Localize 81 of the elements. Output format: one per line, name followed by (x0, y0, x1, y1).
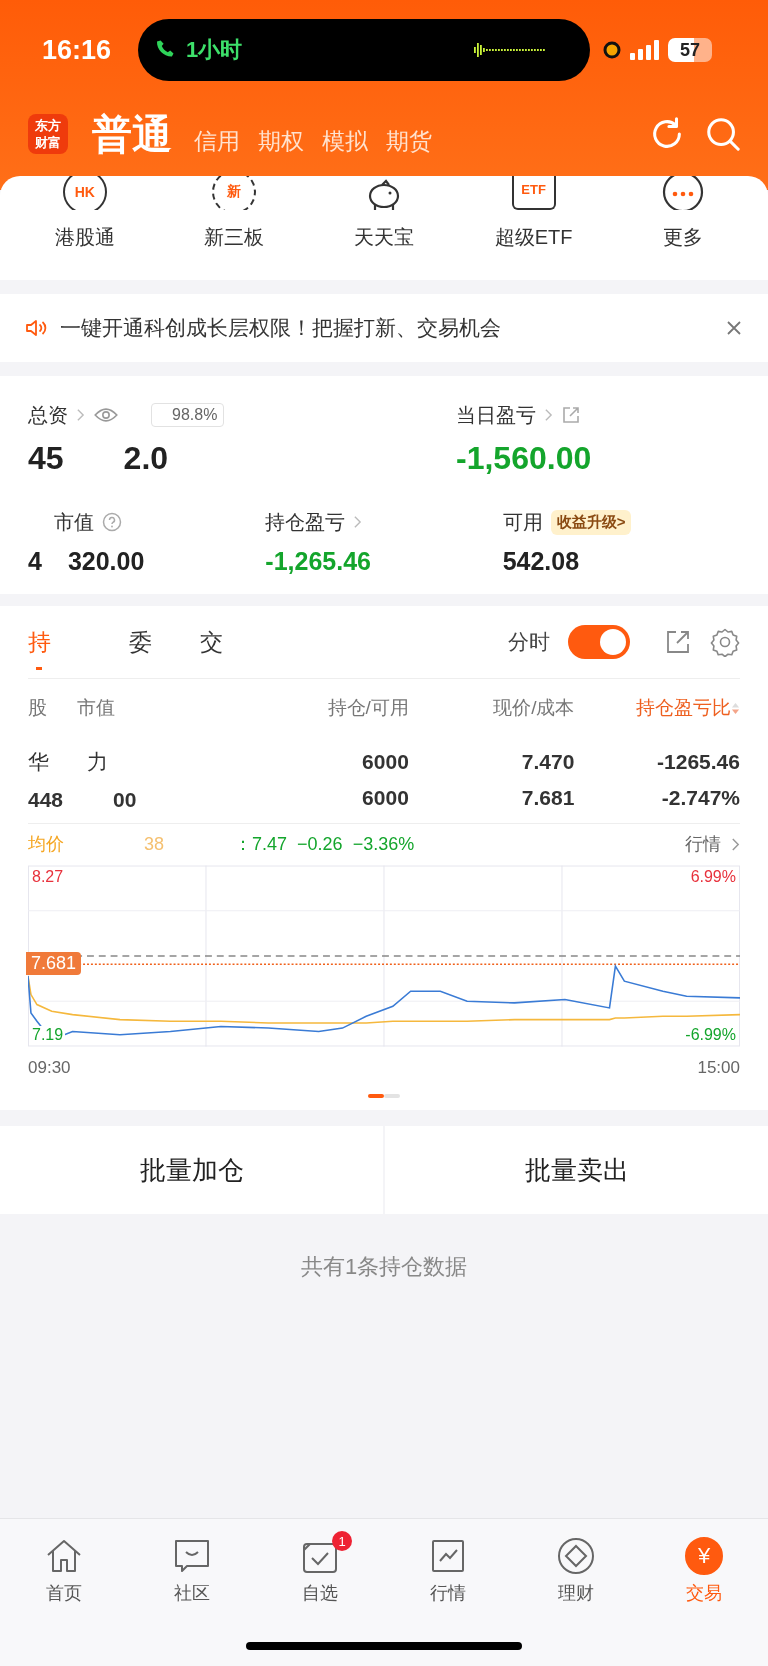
bottom-tab[interactable]: 社区 (128, 1519, 256, 1605)
chevron-icon[interactable] (731, 836, 740, 852)
available-cell: 6000 (362, 786, 409, 810)
app-logo: 东方财富 (28, 114, 68, 154)
stock-name[interactable]: 力 (87, 750, 108, 773)
notice-text[interactable]: 一键开通科创成长层权限！把握打新、交易机会 (60, 314, 712, 342)
sort-icon[interactable] (731, 700, 740, 716)
entry-label[interactable]: 天天宝 (354, 224, 414, 251)
bottom-tab[interactable]: 行情 (384, 1519, 512, 1605)
yen-icon: ¥ (685, 1537, 723, 1575)
search-icon[interactable] (704, 115, 742, 153)
chevron-icon[interactable] (544, 408, 553, 422)
column-header[interactable]: 市值 (77, 695, 115, 721)
page-indicator[interactable] (368, 1094, 384, 1098)
tab-indicator (36, 666, 42, 670)
chevron-icon[interactable] (353, 515, 363, 529)
battery-icon: 57 (668, 38, 712, 62)
holdings-count-text: 共有1条持仓数据 (300, 1253, 468, 1281)
daily-pnl-value: -1,560.00 (456, 440, 593, 477)
eye-icon[interactable] (93, 406, 119, 424)
call-pill[interactable]: 1小时 (138, 19, 590, 81)
entry-label[interactable]: 超级ETF (494, 224, 573, 251)
market-value: 4 (28, 547, 42, 576)
price-axis-label: 7.19 (30, 1026, 66, 1044)
positions-tab[interactable]: 委 (129, 626, 152, 658)
notice-bar[interactable]: 一键开通科创成长层权限！把握打新、交易机会 (0, 294, 768, 362)
share-icon[interactable] (664, 628, 692, 656)
holding-pnl-label[interactable]: 持仓盈亏 (265, 508, 346, 536)
market-value: 320.00 (67, 547, 145, 576)
chevron-icon[interactable] (76, 408, 85, 422)
bottom-tab[interactable]: 理财 (512, 1519, 640, 1605)
price-quote: ：7.47 (234, 833, 288, 856)
time-axis-label: 15:00 (697, 1058, 740, 1078)
entry-label[interactable]: 新三板 (204, 224, 265, 251)
cost-cell: 7.681 (521, 786, 575, 810)
available-label: 可用 (502, 509, 543, 535)
intraday-switch[interactable] (568, 625, 630, 659)
batch-action-button[interactable]: 批量卖出 (385, 1126, 768, 1214)
price-change: −0.26 (297, 833, 343, 855)
pnl-cell: -1265.46 (657, 750, 740, 774)
column-header[interactable]: 现价/成本 (493, 695, 575, 721)
pnl-ratio-cell: -2.747% (661, 786, 740, 810)
daily-pnl-label[interactable]: 当日盈亏 (456, 401, 536, 429)
price-change-percent: −3.36% (352, 833, 415, 855)
available-value: 542.08 (502, 547, 581, 576)
column-header[interactable]: 持仓/可用 (327, 695, 409, 721)
diamond-circle-icon (556, 1536, 596, 1576)
entry-label[interactable]: 港股通 (54, 224, 115, 251)
waveform-icon (474, 40, 546, 60)
holding-pnl-value: -1,265.46 (265, 547, 372, 576)
share-icon[interactable] (561, 405, 581, 425)
market-link[interactable]: 行情 (685, 832, 721, 856)
position-ratio-badge: 98.8% (151, 403, 225, 427)
settings-icon[interactable] (710, 627, 740, 657)
holding-cell: 6000 (362, 750, 409, 774)
signal-icon (630, 40, 660, 60)
more-icon[interactable] (661, 176, 706, 210)
help-icon[interactable] (102, 512, 122, 532)
intraday-label: 分时 (508, 629, 550, 655)
total-assets-value: 2.0 (123, 440, 169, 477)
column-header[interactable]: 股 (28, 695, 47, 721)
batch-action-button[interactable]: 批量加仓 (0, 1126, 383, 1214)
bottom-tab[interactable]: 1 自选 (256, 1519, 384, 1605)
average-price-label: 均价 (28, 833, 64, 856)
cost-price-tag: 7.681 (26, 952, 82, 976)
total-assets-value: 45 (28, 440, 64, 477)
average-price-value: 38 (144, 833, 165, 855)
bottom-tab[interactable]: 首页 (0, 1519, 128, 1605)
market-value-cell: 448 (28, 788, 64, 811)
time-axis-label: 09:30 (28, 1058, 71, 1078)
recording-dot-icon (602, 40, 622, 60)
stock-name[interactable]: 华 (28, 750, 49, 773)
positions-tab[interactable]: 交 (200, 626, 223, 658)
price-cell: 7.470 (521, 750, 575, 774)
market-value-cell: 00 (113, 788, 137, 811)
upgrade-tag[interactable]: 收益升级> (550, 509, 632, 535)
status-time: 16:16 (42, 34, 113, 66)
total-assets-label[interactable]: 总资 (28, 401, 68, 429)
notification-badge: 1 (332, 1531, 352, 1551)
entry-label[interactable]: 更多 (663, 224, 704, 251)
market-value-label: 市值 (54, 509, 94, 535)
